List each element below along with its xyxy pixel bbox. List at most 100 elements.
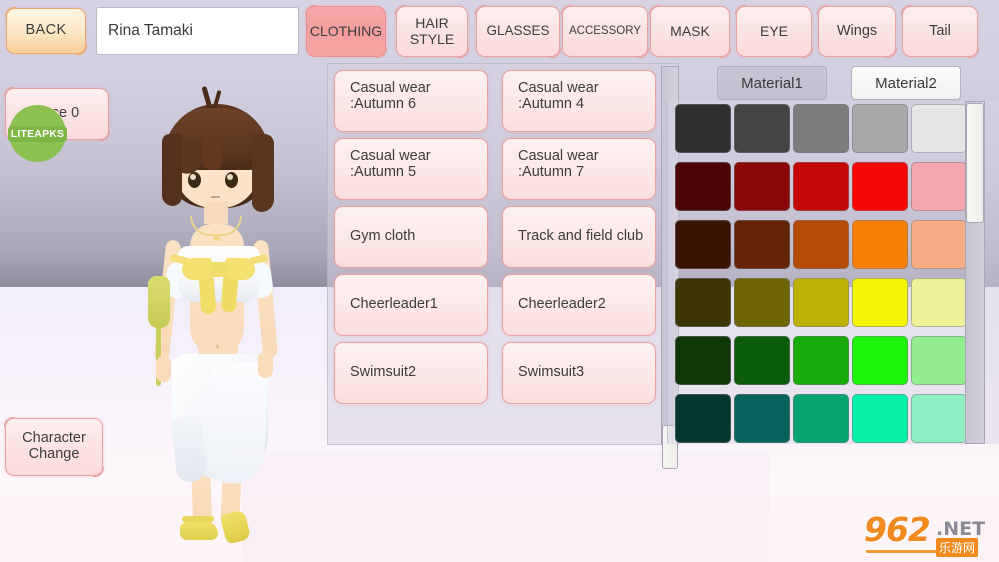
character-bow-knot: [210, 262, 227, 277]
character-eye-highlight-right: [227, 174, 233, 180]
clothing-list-panel: Casual wear :Autumn 6 Casual wear :Autumn…: [327, 63, 679, 445]
color-palette-scrollbar-thumb[interactable]: [966, 103, 984, 223]
clothing-list-row: Casual wear :Autumn 6 Casual wear :Autumn…: [334, 70, 656, 132]
color-swatch-orange-1[interactable]: [675, 220, 731, 269]
top-toolbar: BACK Rina Tamaki CLOTHING HAIR STYLE GLA…: [0, 0, 999, 63]
character-necklace-pendant: [213, 234, 220, 241]
character-sandal-left: [180, 522, 218, 540]
color-swatch-grayscale-4[interactable]: [852, 104, 908, 153]
color-swatch-teal-5[interactable]: [911, 394, 967, 443]
tab-tail[interactable]: Tail: [902, 6, 978, 57]
clothing-item-button[interactable]: Casual wear :Autumn 4: [502, 70, 656, 132]
clothing-item-label: Swimsuit2: [350, 365, 416, 381]
clothing-item-button[interactable]: Track and field club: [502, 206, 656, 268]
color-swatch-yellow-4[interactable]: [852, 278, 908, 327]
liteapks-watermark-label: LITEAPKS: [8, 126, 68, 142]
character-change-button[interactable]: Character Change: [5, 418, 103, 476]
clothing-item-label: Track and field club: [518, 229, 643, 245]
clothing-item-label: Cheerleader1: [350, 297, 438, 313]
character-bow-tail-right: [221, 276, 238, 313]
color-swatch-red-4[interactable]: [852, 162, 908, 211]
color-swatch-green-4[interactable]: [852, 336, 908, 385]
color-swatch-teal-2[interactable]: [734, 394, 790, 443]
color-swatch-grayscale-3[interactable]: [793, 104, 849, 153]
character-hand-right: [258, 352, 273, 378]
clothing-list-row: Swimsuit2 Swimsuit3: [334, 342, 656, 404]
material2-tab[interactable]: Material2: [851, 66, 961, 100]
clothing-item-label: Gym cloth: [350, 229, 415, 245]
clothing-list-row: Cheerleader1 Cheerleader2: [334, 274, 656, 336]
962net-watermark-tld: .NET: [936, 518, 985, 540]
character-bow-wing-left: [182, 258, 212, 280]
color-swatch-green-2[interactable]: [734, 336, 790, 385]
clothing-item-button[interactable]: Cheerleader1: [334, 274, 488, 336]
character-eye-highlight-left: [190, 174, 196, 180]
clothing-item-button[interactable]: Casual wear :Autumn 7: [502, 138, 656, 200]
clothing-item-label: Casual wear :Autumn 4: [518, 81, 599, 112]
color-swatch-green-1[interactable]: [675, 336, 731, 385]
tab-glasses[interactable]: GLASSES: [476, 6, 560, 57]
color-swatch-green-5[interactable]: [911, 336, 967, 385]
character-change-label: Character Change: [22, 431, 86, 462]
clothing-item-button[interactable]: Casual wear :Autumn 5: [334, 138, 488, 200]
color-swatch-red-1[interactable]: [675, 162, 731, 211]
color-swatch-red-2[interactable]: [734, 162, 790, 211]
color-swatch-red-5[interactable]: [911, 162, 967, 211]
962net-watermark-cn-text: 乐游网: [936, 538, 978, 557]
clothing-item-button[interactable]: Gym cloth: [334, 206, 488, 268]
color-swatch-red-3[interactable]: [793, 162, 849, 211]
character-model[interactable]: [118, 86, 328, 538]
962net-watermark: 962 .NET 乐游网: [862, 508, 992, 555]
color-swatch-teal-3[interactable]: [793, 394, 849, 443]
tab-wings[interactable]: Wings: [818, 6, 896, 57]
character-hand-left: [156, 356, 171, 382]
color-swatch-orange-2[interactable]: [734, 220, 790, 269]
clothing-item-label: Cheerleader2: [518, 297, 606, 313]
color-swatch-yellow-1[interactable]: [675, 278, 731, 327]
clothing-item-button[interactable]: Casual wear :Autumn 6: [334, 70, 488, 132]
tab-mask[interactable]: MASK: [650, 6, 730, 57]
color-palette-grid[interactable]: [675, 104, 969, 445]
liteapks-watermark: LITEAPKS: [9, 105, 66, 162]
clothing-item-label: Casual wear :Autumn 5: [350, 149, 431, 180]
clothing-item-label: Casual wear :Autumn 7: [518, 149, 599, 180]
color-swatch-grayscale-2[interactable]: [734, 104, 790, 153]
color-swatch-green-3[interactable]: [793, 336, 849, 385]
clothing-list-scroll-area[interactable]: Casual wear :Autumn 6 Casual wear :Autumn…: [328, 64, 661, 446]
character-navel: [216, 344, 219, 349]
clothing-item-label: Swimsuit3: [518, 365, 584, 381]
tab-hair-style-label: HAIR STYLE: [410, 16, 454, 46]
color-swatch-teal-1[interactable]: [675, 394, 731, 443]
color-swatch-orange-5[interactable]: [911, 220, 967, 269]
back-button[interactable]: BACK: [6, 8, 86, 54]
character-bow-wing-right: [225, 258, 255, 280]
color-palette-panel: [667, 101, 999, 444]
character-sidelock-left: [162, 134, 182, 206]
character-sandal-strap-left: [182, 516, 214, 522]
color-swatch-orange-3[interactable]: [793, 220, 849, 269]
color-swatch-grayscale-5[interactable]: [911, 104, 967, 153]
color-swatch-yellow-5[interactable]: [911, 278, 967, 327]
material1-tab[interactable]: Material1: [717, 66, 827, 100]
character-hip-pouch: [148, 276, 170, 328]
character-sidelock-right: [252, 134, 274, 212]
tab-clothing[interactable]: CLOTHING: [306, 6, 386, 57]
color-swatch-teal-4[interactable]: [852, 394, 908, 443]
color-swatch-yellow-3[interactable]: [793, 278, 849, 327]
clothing-item-label: Casual wear :Autumn 6: [350, 81, 431, 112]
clothing-list-row: Casual wear :Autumn 5 Casual wear :Autumn…: [334, 138, 656, 200]
color-swatch-yellow-2[interactable]: [734, 278, 790, 327]
tab-eye[interactable]: EYE: [736, 6, 812, 57]
tab-hair-style[interactable]: HAIR STYLE: [396, 6, 468, 57]
character-bang-right: [202, 138, 222, 170]
color-swatch-grayscale-1[interactable]: [675, 104, 731, 153]
character-name-input[interactable]: Rina Tamaki: [96, 7, 299, 55]
clothing-item-button[interactable]: Swimsuit3: [502, 342, 656, 404]
game-viewport: BACK Rina Tamaki CLOTHING HAIR STYLE GLA…: [0, 0, 999, 562]
clothing-item-button[interactable]: Cheerleader2: [502, 274, 656, 336]
clothing-item-button[interactable]: Swimsuit2: [334, 342, 488, 404]
tab-accessory[interactable]: ACCESSORY: [562, 6, 648, 57]
character-bow-tail-left: [199, 276, 217, 315]
color-swatch-orange-4[interactable]: [852, 220, 908, 269]
character-mouth: [211, 196, 220, 198]
